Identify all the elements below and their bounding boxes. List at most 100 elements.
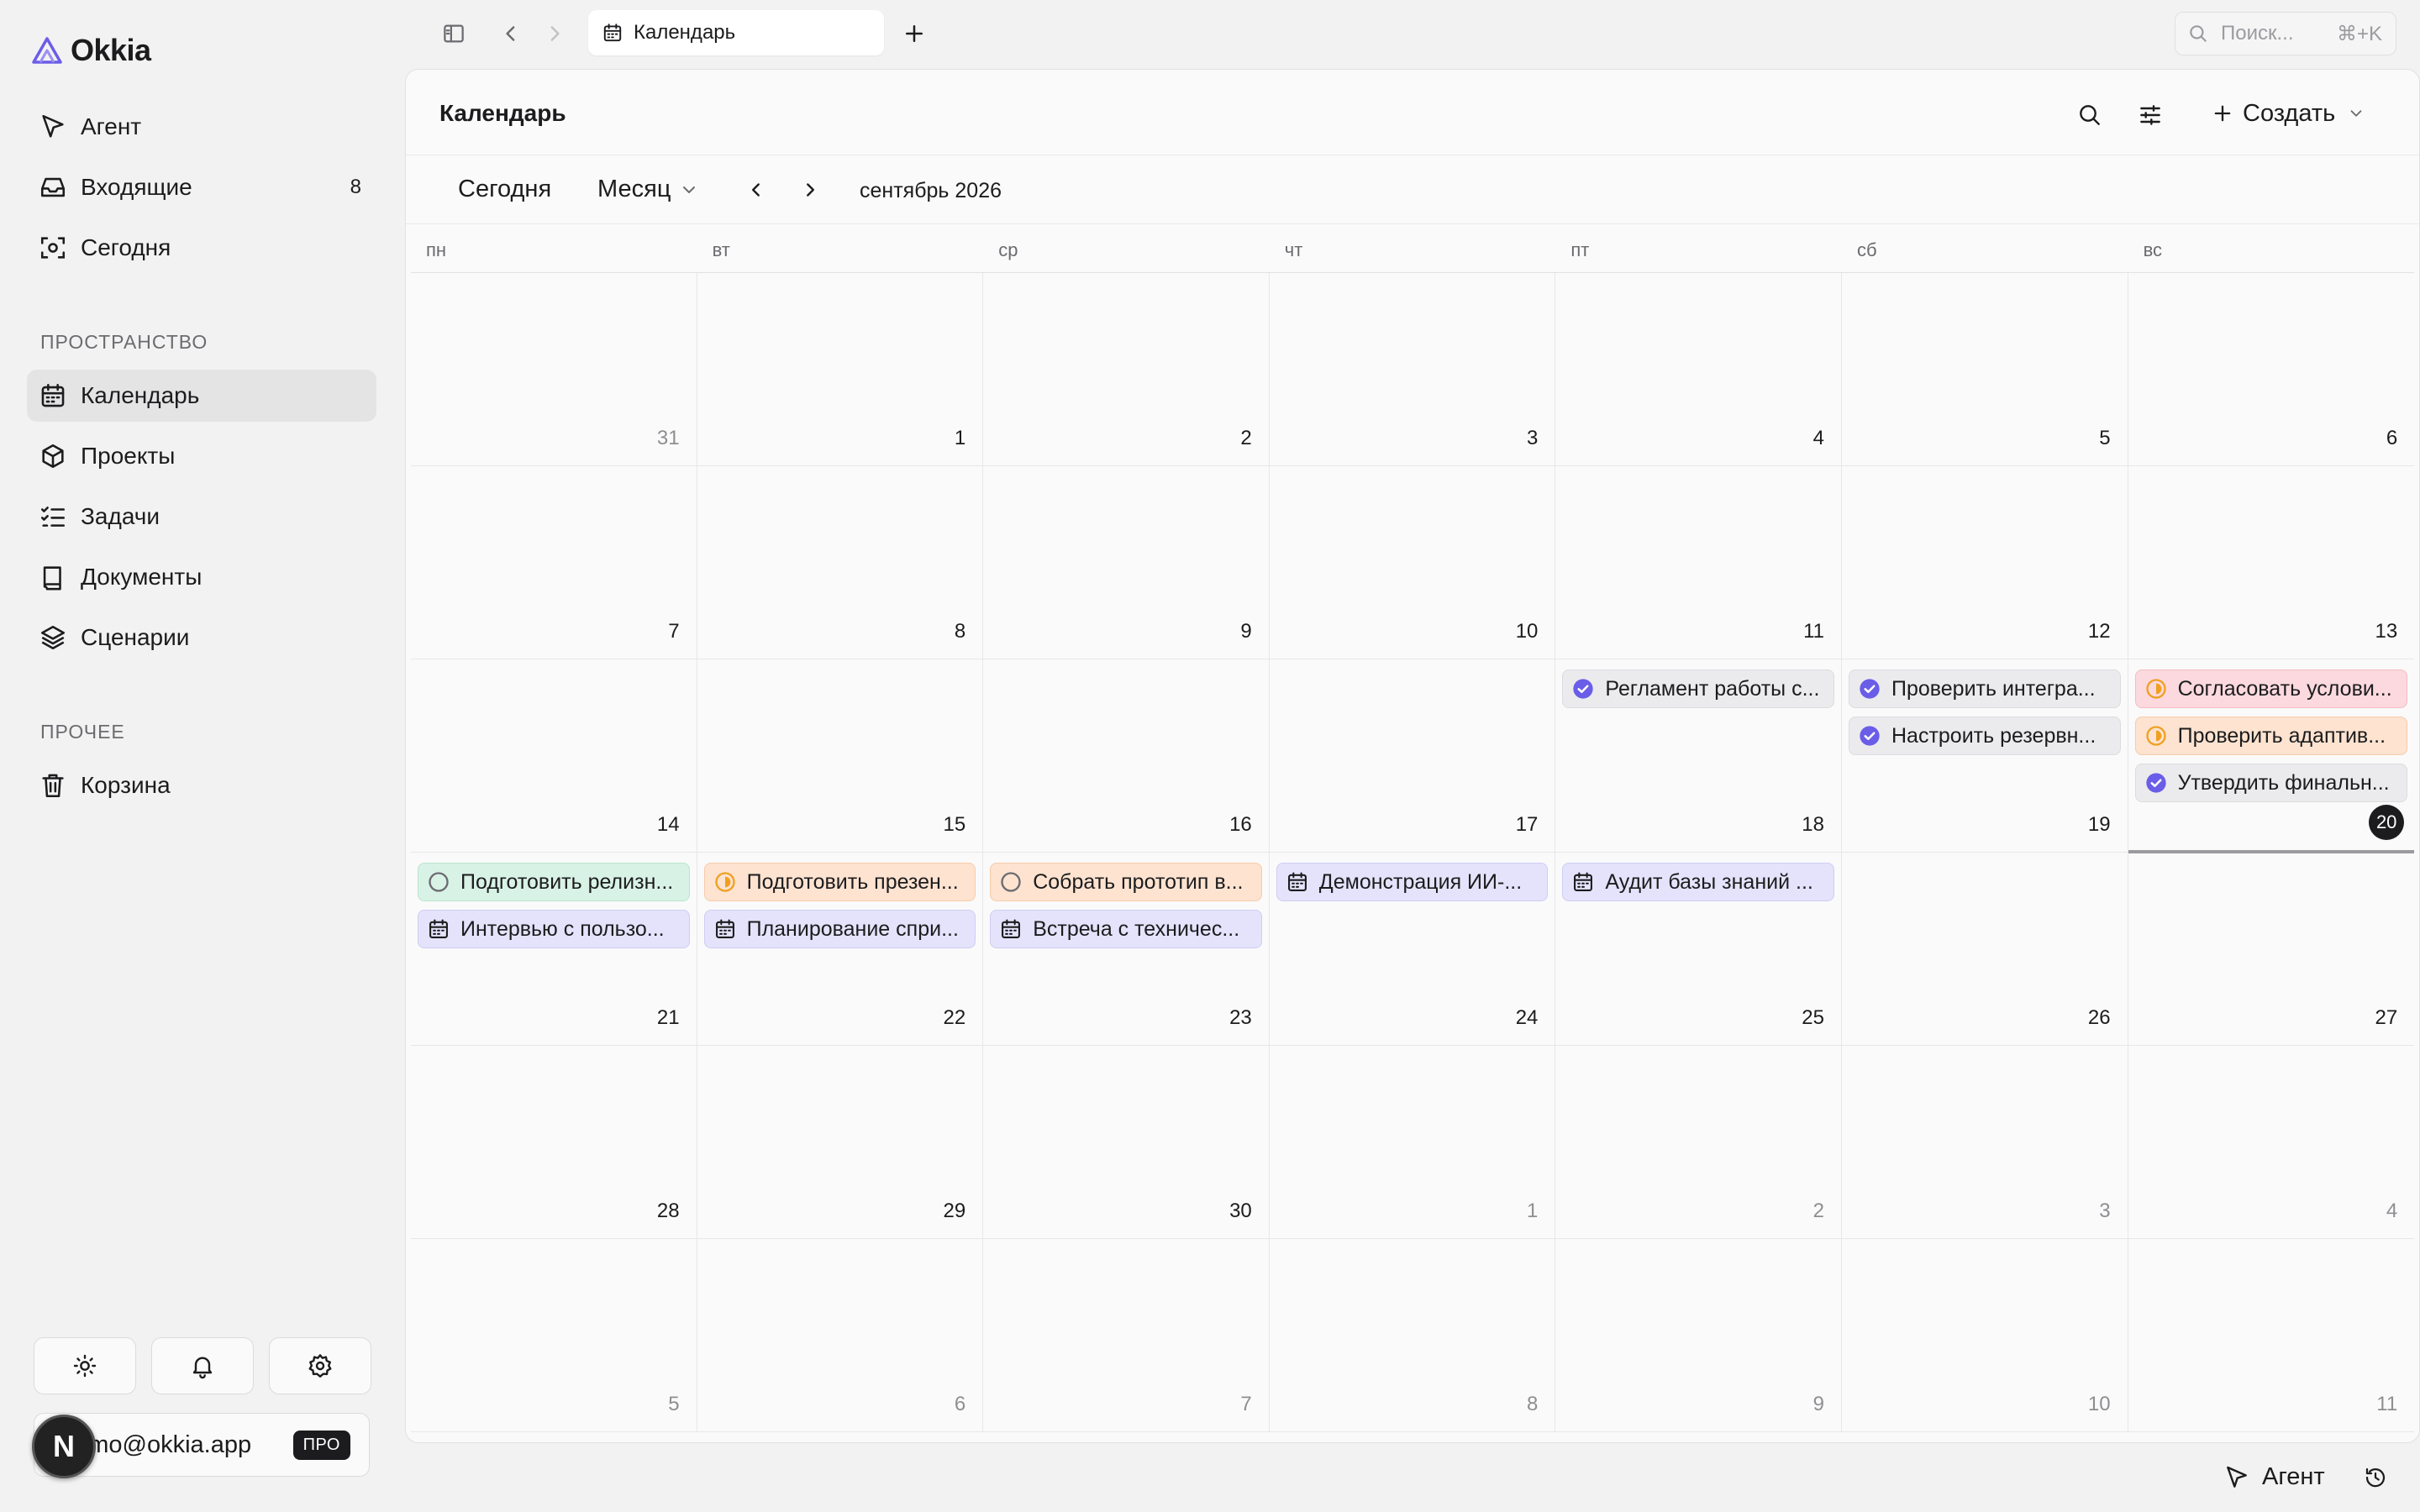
day-cell[interactable]: Демонстрация ИИ-... 24 bbox=[1269, 853, 1556, 1046]
day-cell[interactable]: Собрать прототип в... Встреча с техничес.… bbox=[983, 853, 1270, 1046]
app-logo[interactable]: Okkia bbox=[30, 32, 151, 69]
day-cell[interactable]: 4 bbox=[1555, 273, 1842, 466]
view-select[interactable]: Месяц bbox=[597, 176, 699, 203]
settings-button[interactable] bbox=[269, 1337, 371, 1394]
day-cell[interactable]: 2 bbox=[1555, 1046, 1842, 1239]
day-number: 7 bbox=[668, 620, 680, 643]
event-title: Утвердить финальн... bbox=[2177, 770, 2390, 795]
sidebar-item-today[interactable]: Сегодня bbox=[27, 222, 376, 274]
day-cell[interactable]: 7 bbox=[411, 466, 697, 659]
day-number: 31 bbox=[656, 427, 680, 449]
day-cell[interactable]: 11 bbox=[1555, 466, 1842, 659]
prev-month-button[interactable] bbox=[742, 176, 771, 204]
calendar-event[interactable]: Согласовать услови... bbox=[2134, 669, 2408, 708]
day-cell[interactable]: 13 bbox=[2128, 466, 2415, 659]
day-cell[interactable]: 5 bbox=[1842, 273, 2128, 466]
calendar-event[interactable]: Подготовить презен... bbox=[703, 863, 976, 901]
create-button[interactable]: Создать bbox=[2211, 95, 2365, 132]
day-cell[interactable]: 16 bbox=[983, 659, 1270, 853]
calendar-event[interactable]: Планирование спри... bbox=[703, 910, 976, 948]
calendar-event[interactable]: Встреча с техничес... bbox=[990, 910, 1262, 948]
day-cell[interactable]: 3 bbox=[1269, 273, 1556, 466]
day-cell[interactable]: 30 bbox=[983, 1046, 1270, 1239]
day-cell[interactable]: 29 bbox=[697, 1046, 984, 1239]
day-number: 4 bbox=[1812, 427, 1824, 449]
event-title: Интервью с пользо... bbox=[460, 916, 665, 941]
tab-calendar[interactable]: Календарь bbox=[588, 10, 884, 55]
agent-footer-button[interactable]: Агент bbox=[2223, 1463, 2325, 1491]
sidebar-item-agent[interactable]: Агент bbox=[27, 101, 376, 153]
sidebar-item-inbox[interactable]: Входящие 8 bbox=[27, 161, 376, 213]
filter-settings-button[interactable] bbox=[2133, 98, 2167, 132]
today-button[interactable]: Сегодня bbox=[458, 176, 551, 203]
day-cell[interactable]: 1 bbox=[1269, 1046, 1556, 1239]
day-cell[interactable]: 11 bbox=[2128, 1239, 2415, 1432]
day-cell[interactable]: Аудит базы знаний ... 25 bbox=[1555, 853, 1842, 1046]
day-cell[interactable]: 1 bbox=[697, 273, 984, 466]
day-number: 13 bbox=[2375, 620, 2398, 643]
sidebar-item-label: Агент bbox=[81, 113, 142, 139]
calendar-event[interactable]: Собрать прототип в... bbox=[990, 863, 1262, 901]
global-search-input[interactable]: Поиск... ⌘+K bbox=[2175, 12, 2396, 55]
toggle-sidebar-button[interactable] bbox=[437, 17, 471, 50]
weekday-label: вт bbox=[712, 239, 730, 260]
calendar-event[interactable]: Аудит базы знаний ... bbox=[1562, 863, 1834, 901]
circle-icon bbox=[427, 870, 450, 894]
avatar[interactable]: N bbox=[32, 1415, 96, 1478]
day-cell[interactable]: 9 bbox=[983, 466, 1270, 659]
day-number: 2 bbox=[1240, 427, 1252, 449]
day-cell[interactable]: 9 bbox=[1555, 1239, 1842, 1432]
day-cell[interactable]: 14 bbox=[411, 659, 697, 853]
day-cell[interactable]: 26 bbox=[1842, 853, 2128, 1046]
day-cell[interactable]: 7 bbox=[983, 1239, 1270, 1432]
history-button[interactable] bbox=[2363, 1465, 2390, 1492]
day-cell[interactable]: 3 bbox=[1842, 1046, 2128, 1239]
sidebar-item-trash[interactable]: Корзина bbox=[27, 759, 376, 811]
day-cell[interactable]: 5 bbox=[411, 1239, 697, 1432]
sidebar-item-calendar[interactable]: Календарь bbox=[27, 370, 376, 422]
day-cell[interactable]: 15 bbox=[697, 659, 984, 853]
day-cell[interactable]: Проверить интегра... Настроить резервн...… bbox=[1842, 659, 2128, 853]
day-cell[interactable]: Согласовать услови... Проверить адаптив..… bbox=[2128, 659, 2415, 853]
day-cell[interactable]: 4 bbox=[2128, 1046, 2415, 1239]
day-cell[interactable]: 31 bbox=[411, 273, 697, 466]
new-tab-button[interactable] bbox=[897, 17, 931, 50]
day-cell[interactable]: 6 bbox=[2128, 273, 2415, 466]
calendar-icon bbox=[427, 917, 450, 941]
calendar-event[interactable]: Демонстрация ИИ-... bbox=[1276, 863, 1549, 901]
theme-toggle-button[interactable] bbox=[34, 1337, 136, 1394]
day-cell[interactable]: Подготовить релизн... Интервью с пользо..… bbox=[411, 853, 697, 1046]
notifications-button[interactable] bbox=[151, 1337, 254, 1394]
day-cell[interactable]: 8 bbox=[697, 466, 984, 659]
day-cell[interactable]: 27 bbox=[2128, 853, 2415, 1046]
sidebar-item-projects[interactable]: Проекты bbox=[27, 430, 376, 482]
day-cell[interactable]: 28 bbox=[411, 1046, 697, 1239]
day-number: 21 bbox=[656, 1006, 680, 1029]
next-month-button[interactable] bbox=[796, 176, 824, 204]
calendar-event[interactable]: Подготовить релизн... bbox=[418, 863, 690, 901]
sidebar-item-documents[interactable]: Документы bbox=[27, 551, 376, 603]
calendar-event[interactable]: Регламент работы с... bbox=[1562, 669, 1834, 708]
day-number: 25 bbox=[1802, 1006, 1824, 1029]
calendar-event[interactable]: Утвердить финальн... bbox=[2134, 764, 2408, 802]
sidebar-item-scenarios[interactable]: Сценарии bbox=[27, 612, 376, 664]
day-cell[interactable]: Подготовить презен... Планирование спри..… bbox=[697, 853, 984, 1046]
day-cell[interactable]: 8 bbox=[1269, 1239, 1556, 1432]
calendar-event[interactable]: Проверить интегра... bbox=[1849, 669, 2121, 708]
day-cell[interactable]: 10 bbox=[1269, 466, 1556, 659]
calendar-event[interactable]: Интервью с пользо... bbox=[418, 910, 690, 948]
day-number: 14 bbox=[656, 813, 680, 836]
day-cell[interactable]: Регламент работы с... 18 bbox=[1555, 659, 1842, 853]
calendar-event[interactable]: Проверить адаптив... bbox=[2134, 717, 2408, 755]
day-number: 10 bbox=[2087, 1393, 2111, 1415]
sidebar-item-tasks[interactable]: Задачи bbox=[27, 491, 376, 543]
calendar-search-button[interactable] bbox=[2073, 98, 2107, 132]
day-cell[interactable]: 12 bbox=[1842, 466, 2128, 659]
nav-back-button[interactable] bbox=[494, 17, 528, 50]
day-cell[interactable]: 6 bbox=[697, 1239, 984, 1432]
nav-forward-button[interactable] bbox=[538, 17, 571, 50]
calendar-event[interactable]: Настроить резервн... bbox=[1849, 717, 2121, 755]
day-cell[interactable]: 2 bbox=[983, 273, 1270, 466]
day-cell[interactable]: 10 bbox=[1842, 1239, 2128, 1432]
day-cell[interactable]: 17 bbox=[1269, 659, 1556, 853]
